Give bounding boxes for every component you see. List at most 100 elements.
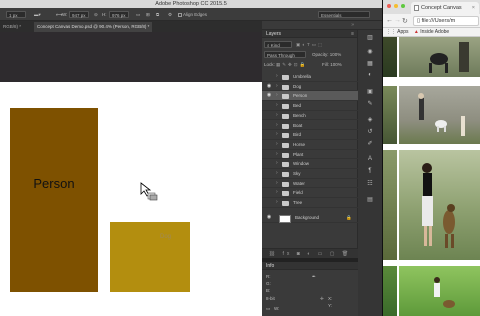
document-tab-active[interactable]: Concept Canvas Demo.psd @ 90.4% (Person,…: [34, 22, 153, 32]
person-shape-label: Person: [33, 176, 75, 191]
lock-label: Lock:: [264, 62, 275, 67]
info-r-label: R:: [266, 274, 271, 279]
info-bits-label: 8-bit: [266, 296, 275, 301]
layer-row-person[interactable]: ◉ › Person: [262, 91, 358, 102]
layer-row-window[interactable]: › Window: [262, 159, 358, 169]
photo-thumbnail[interactable]: [399, 86, 480, 144]
eye-icon[interactable]: ◉: [266, 213, 272, 223]
adjustments-icon[interactable]: ◐: [365, 72, 375, 81]
photo-thumbnail[interactable]: [383, 150, 397, 260]
close-tab-icon[interactable]: ×: [472, 2, 475, 14]
expand-arrow-icon[interactable]: ›: [276, 72, 278, 82]
back-icon[interactable]: ←: [386, 17, 393, 24]
expand-arrow-icon[interactable]: ›: [276, 198, 278, 208]
eye-icon[interactable]: ◉: [266, 91, 272, 101]
stroke-style-icon[interactable]: ▬▾: [34, 11, 41, 18]
expand-arrow-icon[interactable]: ›: [276, 179, 278, 189]
layer-row-plant[interactable]: › Plant: [262, 150, 358, 160]
expand-arrow-icon[interactable]: ›: [276, 130, 278, 140]
expand-arrow-icon[interactable]: ›: [276, 159, 278, 169]
histogram-icon[interactable]: ▥: [365, 34, 375, 43]
align-edges-label: Align Edges: [183, 12, 208, 17]
forward-icon[interactable]: →: [394, 17, 401, 24]
size-field[interactable]: 1 px: [6, 11, 26, 18]
layer-row-sky[interactable]: › Sky: [262, 169, 358, 179]
reload-icon[interactable]: ↻: [402, 17, 408, 25]
layer-row-bench[interactable]: › Bench: [262, 111, 358, 121]
expand-arrow-icon[interactable]: ›: [276, 91, 278, 101]
photo-thumbnail[interactable]: [399, 37, 480, 77]
height-label: H:: [102, 12, 107, 17]
character-icon[interactable]: A: [365, 156, 375, 165]
layer-row-boat[interactable]: › Boat: [262, 121, 358, 131]
browser-tab[interactable]: Concept Canvas ×: [411, 2, 479, 14]
height-field[interactable]: 976 px: [109, 11, 129, 18]
close-window-button[interactable]: [387, 4, 391, 8]
expand-arrow-icon[interactable]: ›: [276, 101, 278, 111]
layer-filter-select[interactable]: ⌕ Kind: [264, 41, 292, 48]
opacity-field[interactable]: Opacity: 100%: [312, 51, 341, 58]
document-tab[interactable]: RGB/8) *: [0, 22, 24, 32]
layer-row-dog[interactable]: ◉ › Dog: [262, 82, 358, 92]
folder-icon: [282, 142, 289, 148]
width-field[interactable]: 947 px: [69, 11, 89, 18]
layer-row-water[interactable]: › Water: [262, 179, 358, 189]
link-dimensions-icon[interactable]: ⊝: [94, 11, 98, 18]
expand-arrow-icon[interactable]: ›: [276, 169, 278, 179]
path-align-icon[interactable]: ⊞: [146, 11, 150, 18]
gear-icon[interactable]: ⚙: [168, 11, 172, 18]
channels-icon[interactable]: ◈: [365, 116, 375, 125]
swatches-icon[interactable]: ▦: [365, 60, 375, 69]
lock-icons[interactable]: ▦✎✥⊡🔒: [276, 61, 307, 68]
bookmark-inside-adobe[interactable]: Inside Adobe: [420, 29, 449, 35]
bookmark-apps[interactable]: Apps: [397, 29, 408, 35]
apps-icon[interactable]: ⋮⋮: [386, 29, 396, 35]
path-arrange-icon[interactable]: ⧉: [156, 11, 159, 18]
photo-thumbnail[interactable]: [399, 266, 480, 316]
zoom-window-button[interactable]: [401, 4, 405, 8]
layers-footer-toolbar[interactable]: ⛓ fx ◙ ◐ ▭ ▢ 🗑: [262, 248, 358, 258]
person-shape[interactable]: [10, 108, 98, 292]
dog-shape[interactable]: [110, 222, 190, 292]
color-icon[interactable]: ◉: [365, 48, 375, 57]
paths-icon[interactable]: ✎: [365, 100, 375, 109]
panel-menu-icon[interactable]: ≡: [351, 31, 354, 37]
layer-row-tree[interactable]: › Tree: [262, 198, 358, 208]
history-icon[interactable]: ↺: [365, 128, 375, 137]
photo-thumbnail[interactable]: [383, 266, 397, 316]
styles-icon[interactable]: ▣: [365, 88, 375, 97]
layer-row-background[interactable]: ◉ Background 🔒: [262, 213, 358, 223]
layer-row-field[interactable]: › Field: [262, 188, 358, 199]
url-field[interactable]: ▯ file:///Users/m: [413, 16, 479, 26]
photo-thumbnail[interactable]: [383, 86, 397, 144]
layer-name: Horse: [293, 141, 306, 147]
filter-icons[interactable]: ▣◐T▭⬚: [296, 41, 324, 48]
blend-mode-select[interactable]: Pass Through: [264, 51, 306, 58]
layer-row-bird[interactable]: › Bird: [262, 130, 358, 140]
properties-icon[interactable]: ☷: [365, 180, 375, 189]
address-bar-row: ← → ↻ ▯ file:///Users/m: [383, 14, 480, 28]
fill-field[interactable]: Fill: 100%: [322, 61, 342, 68]
path-ops-icon[interactable]: ▭: [136, 11, 140, 18]
align-edges-checkbox[interactable]: Align Edges: [178, 11, 207, 18]
expand-arrow-icon[interactable]: ›: [276, 111, 278, 121]
eye-icon[interactable]: ◉: [266, 82, 272, 92]
paragraph-icon[interactable]: ¶: [365, 168, 375, 177]
expand-arrow-icon[interactable]: ›: [276, 150, 278, 160]
collapse-panels-icon[interactable]: »: [351, 22, 354, 28]
expand-arrow-icon[interactable]: ›: [276, 82, 278, 92]
workspace-switcher[interactable]: Essentials: [318, 11, 370, 18]
photo-thumbnail[interactable]: [383, 37, 397, 77]
expand-arrow-icon[interactable]: ›: [276, 121, 278, 131]
minimize-window-button[interactable]: [394, 4, 398, 8]
layer-row-bed[interactable]: › Bed: [262, 101, 358, 111]
layer-row-umbrella[interactable]: › Umbrella: [262, 72, 358, 82]
info-w-label: W:: [274, 306, 280, 311]
brush-icon[interactable]: ✐: [365, 140, 375, 149]
photo-thumbnail[interactable]: [399, 150, 480, 260]
expand-arrow-icon[interactable]: ›: [276, 140, 278, 150]
expand-arrow-icon[interactable]: ›: [276, 188, 278, 198]
layer-name: Plant: [293, 151, 304, 157]
layer-row-horse[interactable]: › Horse: [262, 140, 358, 150]
libraries-icon[interactable]: ▤: [365, 196, 375, 205]
